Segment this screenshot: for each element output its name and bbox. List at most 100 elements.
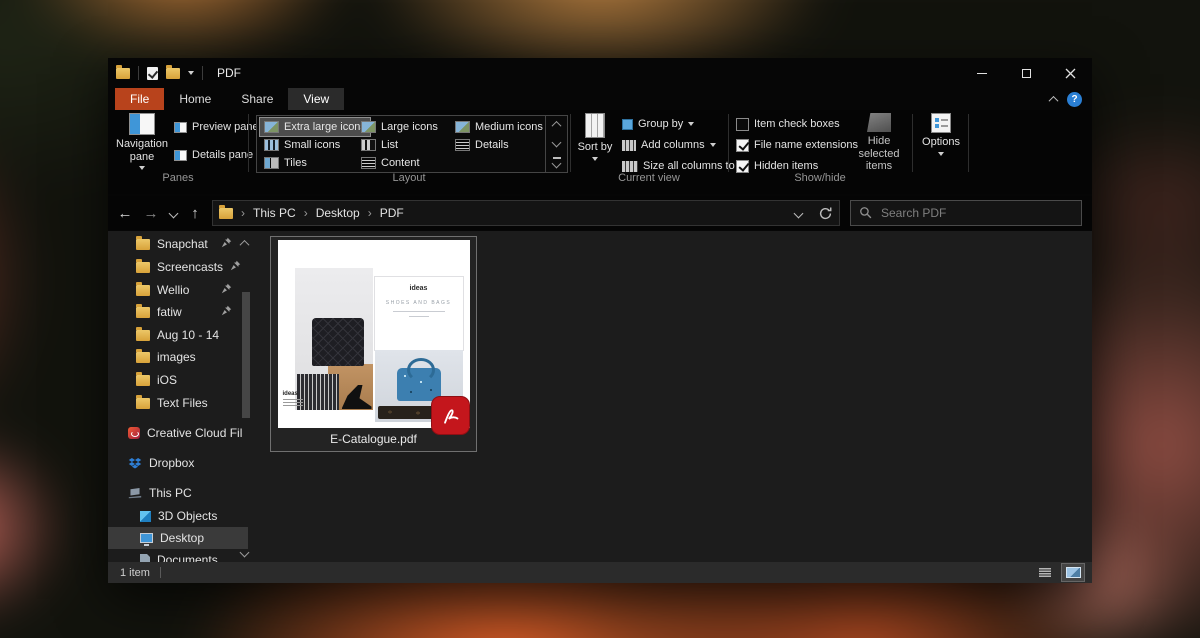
- sidebar-item-documents[interactable]: Documents: [108, 549, 248, 562]
- this-pc-icon: [128, 487, 142, 499]
- hide-selected-items-button[interactable]: Hide selected items: [848, 113, 910, 173]
- titlebar[interactable]: PDF: [108, 58, 1092, 88]
- file-explorer-window: PDF File Home Share View ?: [108, 58, 1092, 583]
- minimize-icon: [977, 73, 987, 74]
- layout-content[interactable]: Content: [357, 154, 424, 172]
- pin-icon: [221, 283, 232, 297]
- sidebar-item-wellio[interactable]: Wellio: [108, 279, 248, 301]
- sidebar-item-this-pc[interactable]: This PC: [108, 482, 248, 504]
- address-dropdown-icon[interactable]: [794, 208, 804, 218]
- file-name-extensions-checkbox[interactable]: File name extensions: [736, 137, 858, 153]
- folder-icon: [136, 262, 150, 273]
- minimize-button[interactable]: [960, 58, 1004, 88]
- layout-details[interactable]: Details: [451, 136, 513, 154]
- recent-locations-chevron-icon[interactable]: [164, 204, 182, 222]
- content-icon: [361, 157, 376, 169]
- crumb-separator: ›: [239, 206, 247, 220]
- gallery-scroll-down-icon[interactable]: [552, 138, 562, 148]
- qat-customize-chevron-icon[interactable]: [188, 71, 194, 75]
- desktop: PDF File Home Share View ?: [0, 0, 1200, 638]
- checkbox-checked-icon: [736, 139, 749, 152]
- layout-large-icons[interactable]: Large icons: [357, 118, 442, 136]
- search-input[interactable]: [881, 206, 1051, 220]
- sidebar-scroll-down-icon[interactable]: [241, 543, 248, 561]
- forward-button[interactable]: →: [138, 205, 164, 222]
- add-columns-icon: [622, 140, 636, 151]
- preview-pane-icon: [174, 122, 187, 133]
- item-check-boxes-checkbox[interactable]: Item check boxes: [736, 116, 840, 132]
- address-field[interactable]: › This PC › Desktop › PDF: [212, 200, 840, 226]
- sidebar-item-fatiw[interactable]: fatiw: [108, 301, 248, 323]
- breadcrumb-desktop[interactable]: Desktop: [316, 206, 360, 220]
- sidebar-item-dropbox[interactable]: Dropbox: [108, 452, 248, 474]
- layout-medium-icons[interactable]: Medium icons: [451, 118, 547, 136]
- back-button[interactable]: ←: [112, 205, 138, 222]
- qat-properties-icon[interactable]: [147, 67, 158, 80]
- up-button[interactable]: ↑: [182, 205, 208, 222]
- details-pane-button[interactable]: Details pane: [174, 147, 253, 163]
- sidebar-scroll-up-icon[interactable]: [241, 234, 248, 252]
- sidebar-item-desktop[interactable]: Desktop: [108, 527, 248, 549]
- sidebar-item-aug-10-14[interactable]: Aug 10 - 14: [108, 324, 248, 346]
- folder-icon: [136, 285, 150, 296]
- tab-file[interactable]: File: [115, 88, 164, 110]
- sidebar-item-images[interactable]: images: [108, 346, 248, 368]
- tiles-icon: [264, 157, 279, 169]
- gallery-expand-icon[interactable]: [553, 157, 561, 167]
- options-button[interactable]: Options: [918, 113, 964, 156]
- search-box[interactable]: [850, 200, 1082, 226]
- hide-selected-items-icon: [867, 113, 891, 132]
- collapse-ribbon-icon[interactable]: [1049, 95, 1059, 105]
- file-item-e-catalogue[interactable]: ideas ideas SHOES AND BAGS: [270, 236, 477, 452]
- ribbon-tabs: File Home Share View ?: [108, 88, 1092, 110]
- qat-new-folder-icon[interactable]: [166, 68, 180, 79]
- details-view-icon: [1039, 567, 1051, 578]
- window-title: PDF: [217, 66, 241, 80]
- folder-icon: [136, 375, 150, 386]
- layout-tiles[interactable]: Tiles: [260, 154, 311, 172]
- tab-share[interactable]: Share: [226, 88, 288, 110]
- sidebar-scrollbar-thumb[interactable]: [242, 292, 250, 418]
- sidebar-item-3d-objects[interactable]: 3D Objects: [108, 505, 248, 527]
- tab-home[interactable]: Home: [164, 88, 226, 110]
- folder-icon: [136, 352, 150, 363]
- details-icon: [455, 139, 470, 151]
- group-by-button[interactable]: Group by: [622, 116, 694, 132]
- layout-group-label: Layout: [248, 172, 570, 184]
- gallery-scroll-up-icon[interactable]: [552, 121, 562, 131]
- group-divider: [728, 114, 729, 172]
- close-button[interactable]: [1048, 58, 1092, 88]
- sidebar-item-screencasts[interactable]: Screencasts: [108, 256, 248, 278]
- breadcrumb-this-pc[interactable]: This PC: [253, 206, 296, 220]
- sidebar-item-snapchat[interactable]: Snapchat: [108, 233, 248, 255]
- layout-small-icons[interactable]: Small icons: [260, 136, 344, 154]
- refresh-icon[interactable]: [818, 206, 833, 221]
- size-columns-icon: [622, 161, 638, 172]
- group-divider: [968, 114, 969, 172]
- layout-list[interactable]: List: [357, 136, 402, 154]
- item-count: 1 item: [120, 567, 150, 579]
- sort-by-button[interactable]: Sort by: [574, 113, 616, 161]
- sort-by-dropdown-icon: [592, 157, 598, 161]
- navigation-pane-button[interactable]: Navigation pane: [116, 113, 168, 170]
- extra-large-icons-icon: [264, 121, 279, 133]
- status-bar: 1 item: [108, 562, 1092, 583]
- close-icon: [1065, 68, 1076, 79]
- thumbnail-cover-card: ideas SHOES AND BAGS: [375, 277, 463, 350]
- sidebar-item-text-files[interactable]: Text Files: [108, 392, 248, 414]
- layout-extra-large-icons[interactable]: Extra large icons: [260, 118, 370, 136]
- sidebar-item-ios[interactable]: iOS: [108, 369, 248, 391]
- tab-view[interactable]: View: [288, 88, 344, 110]
- details-view-toggle[interactable]: [1034, 564, 1056, 581]
- add-columns-button[interactable]: Add columns: [622, 137, 716, 153]
- maximize-button[interactable]: [1004, 58, 1048, 88]
- preview-pane-button[interactable]: Preview pane: [174, 119, 259, 135]
- large-icons-icon: [361, 121, 376, 133]
- thumbnail-left-photo: [295, 268, 373, 410]
- thumbnail-view-toggle[interactable]: [1062, 564, 1084, 581]
- maximize-icon: [1022, 69, 1031, 78]
- breadcrumb-pdf[interactable]: PDF: [380, 206, 404, 220]
- creative-cloud-icon: [128, 427, 140, 439]
- help-icon[interactable]: ?: [1067, 92, 1082, 107]
- sidebar-item-creative-cloud-files[interactable]: Creative Cloud Files: [108, 422, 242, 444]
